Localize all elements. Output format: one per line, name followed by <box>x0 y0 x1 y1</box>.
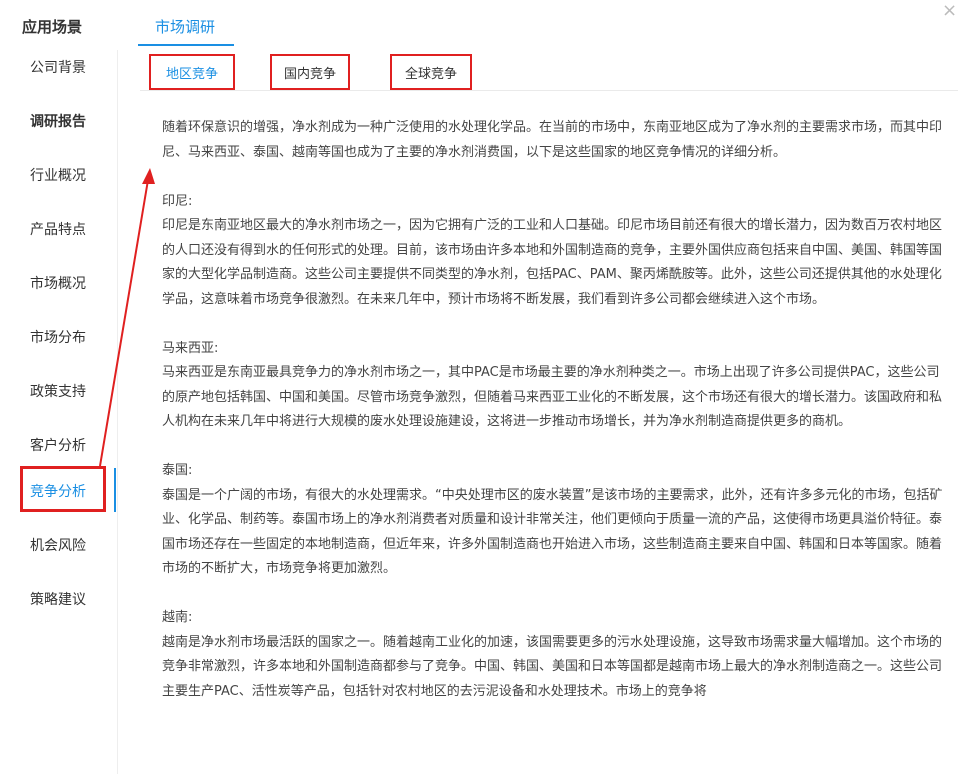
sidebar-highlight-box <box>20 466 106 512</box>
sidebar-item-market-distribution[interactable]: 市场分布 <box>0 314 116 360</box>
sidebar-item-product-features[interactable]: 产品特点 <box>0 206 116 252</box>
section-heading-thailand: 泰国: <box>162 463 193 478</box>
tab-market-research[interactable]: 市场调研 <box>155 16 215 37</box>
section-body-thailand: 泰国是一个广阔的市场，有很大的水处理需求。“中央处理市区的废水装置”是该市场的主… <box>162 487 943 577</box>
section-body-malaysia: 马来西亚是东南亚最具竞争力的净水剂市场之一，其中PAC是市场最主要的净水剂种类之… <box>162 365 943 429</box>
page-title: 应用场景 <box>22 18 83 36</box>
subtab-global-competition[interactable]: 全球竞争 <box>390 54 472 90</box>
annotation-arrow-head <box>142 168 155 184</box>
sidebar-item-market-overview[interactable]: 市场概况 <box>0 260 116 306</box>
subtab-regional-competition[interactable]: 地区竞争 <box>149 54 235 90</box>
subtab-domestic-competition[interactable]: 国内竞争 <box>270 54 350 90</box>
sidebar-item-policy-support[interactable]: 政策支持 <box>0 368 116 414</box>
sidebar-item-industry-overview[interactable]: 行业概况 <box>0 152 116 198</box>
sidebar-item-customer-analysis[interactable]: 客户分析 <box>0 422 116 468</box>
subtabs-divider <box>140 90 958 91</box>
section-heading-malaysia: 马来西亚: <box>162 340 219 356</box>
article-intro: 随着环保意识的增强，净水剂成为一种广泛使用的水处理化学品。在当前的市场中，东南亚… <box>162 120 943 160</box>
section-body-indonesia: 印尼是东南亚地区最大的净水剂市场之一，因为它拥有广泛的工业和人口基础。印尼市场目… <box>162 218 943 307</box>
sidebar-item-research-report[interactable]: 调研报告 <box>0 98 116 144</box>
section-heading-indonesia: 印尼: <box>162 193 193 209</box>
sidebar-item-company-background[interactable]: 公司背景 <box>0 44 116 90</box>
sidebar-item-strategy-suggestions[interactable]: 策略建议 <box>0 576 116 622</box>
sidebar-divider <box>117 50 118 774</box>
section-heading-vietnam: 越南: <box>162 610 193 625</box>
close-icon[interactable]: × <box>942 0 957 21</box>
sidebar-active-indicator <box>114 468 116 512</box>
article-content: 随着环保意识的增强，净水剂成为一种广泛使用的水处理化学品。在当前的市场中，东南亚… <box>162 116 950 704</box>
section-body-vietnam: 越南是净水剂市场最活跃的国家之一。随着越南工业化的加速，该国需要更多的污水处理设… <box>162 634 943 699</box>
sidebar-item-opportunity-risk[interactable]: 机会风险 <box>0 522 116 568</box>
tab-underline <box>138 44 234 46</box>
